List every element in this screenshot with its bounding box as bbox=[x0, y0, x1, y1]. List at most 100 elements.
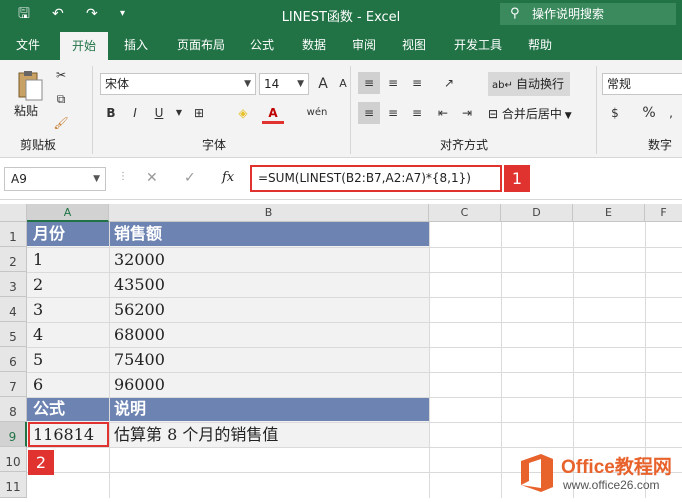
borders-icon[interactable]: ⊞ bbox=[188, 102, 210, 124]
align-middle-icon[interactable]: ≡ bbox=[382, 72, 404, 94]
underline-button[interactable]: U bbox=[148, 102, 170, 124]
row-header-1[interactable]: 1 bbox=[0, 222, 27, 247]
font-size-select[interactable]: 14 ▼ bbox=[259, 73, 309, 95]
alignment-group-label: 对齐方式 bbox=[440, 138, 489, 152]
cell-b2[interactable]: 32000 bbox=[114, 248, 165, 272]
cell-b3[interactable]: 43500 bbox=[114, 273, 165, 297]
row-header-7[interactable]: 7 bbox=[0, 372, 27, 397]
wrap-text-button[interactable]: ab↵ 自动换行 bbox=[488, 72, 571, 96]
cell-b8[interactable]: 说明 bbox=[114, 397, 146, 421]
clipboard-group-label: 剪贴板 bbox=[20, 138, 57, 152]
row-header-3[interactable]: 3 bbox=[0, 272, 27, 297]
increase-indent-icon[interactable]: ⇥ bbox=[456, 102, 478, 124]
formula-header-band bbox=[27, 397, 429, 421]
format-painter-icon[interactable]: 🖌 bbox=[50, 112, 72, 134]
watermark-logo: Office教程网 www.office26.com bbox=[513, 448, 682, 498]
gridline bbox=[501, 222, 502, 498]
row-header-6[interactable]: 6 bbox=[0, 347, 27, 372]
formula-input[interactable]: =SUM(LINEST(B2:B7,A2:A7)*{8,1}) bbox=[250, 165, 502, 192]
cell-b5[interactable]: 68000 bbox=[114, 323, 165, 347]
row-header-9[interactable]: 9 bbox=[0, 422, 27, 447]
align-right-icon[interactable]: ≡ bbox=[406, 102, 428, 124]
chevron-down-icon: ▼ bbox=[297, 79, 304, 89]
insert-function-icon[interactable]: fx bbox=[222, 170, 234, 185]
grow-font-icon[interactable]: A bbox=[312, 73, 334, 95]
tab-data[interactable]: 数据 bbox=[292, 30, 336, 60]
tell-me-search[interactable]: ⚲ 操作说明搜索 bbox=[500, 3, 676, 25]
column-header-a[interactable]: A bbox=[27, 204, 109, 222]
cell-a1[interactable]: 月份 bbox=[33, 222, 65, 246]
align-center-icon[interactable]: ≡ bbox=[382, 102, 404, 124]
tab-file[interactable]: 文件 bbox=[6, 30, 50, 60]
cell-a3[interactable]: 2 bbox=[33, 273, 43, 297]
tab-insert[interactable]: 插入 bbox=[114, 30, 158, 60]
cell-b9[interactable]: 估算第 8 个月的销售值 bbox=[114, 423, 278, 447]
paste-icon[interactable] bbox=[14, 70, 44, 102]
number-format-select[interactable]: 常规 bbox=[602, 73, 682, 95]
ribbon: 粘贴 ✂ ⧉ 🖌 剪贴板 宋体 ▼ 14 ▼ A A B I U ▼ ⊞ ◈ A w… bbox=[0, 60, 682, 158]
cancel-icon[interactable]: ✕ bbox=[146, 170, 158, 186]
align-bottom-icon[interactable]: ≡ bbox=[406, 72, 428, 94]
active-cell-highlight bbox=[28, 422, 109, 447]
merge-center-button[interactable]: ⊟ 合并后居中 ▼ bbox=[488, 102, 572, 126]
cell-a2[interactable]: 1 bbox=[33, 248, 43, 272]
row-header-5[interactable]: 5 bbox=[0, 322, 27, 347]
cell-a5[interactable]: 4 bbox=[33, 323, 43, 347]
cell-a8[interactable]: 公式 bbox=[33, 397, 65, 421]
number-group-label: 数字 bbox=[648, 138, 673, 152]
fill-color-icon[interactable]: ◈ bbox=[232, 102, 254, 124]
row-header-11[interactable]: 11 bbox=[0, 472, 27, 498]
paste-button[interactable]: 粘贴 bbox=[14, 102, 38, 119]
column-header-b[interactable]: B bbox=[109, 204, 429, 222]
callout-badge-2: 2 bbox=[28, 450, 54, 475]
cell-b6[interactable]: 75400 bbox=[114, 348, 165, 372]
ribbon-divider bbox=[92, 66, 93, 154]
cell-b7[interactable]: 96000 bbox=[114, 373, 165, 397]
merge-icon: ⊟ bbox=[488, 107, 502, 121]
underline-dropdown-icon[interactable]: ▼ bbox=[168, 102, 190, 124]
row-header-2[interactable]: 2 bbox=[0, 247, 27, 272]
row-header-4[interactable]: 4 bbox=[0, 297, 27, 322]
tab-review[interactable]: 审阅 bbox=[342, 30, 386, 60]
align-top-icon[interactable]: ≡ bbox=[358, 72, 380, 94]
drag-handle-icon[interactable]: ⋮ bbox=[118, 171, 128, 182]
name-box-value: A9 bbox=[11, 172, 27, 186]
currency-icon[interactable]: $ bbox=[604, 102, 626, 124]
tab-view[interactable]: 视图 bbox=[392, 30, 436, 60]
name-box[interactable]: A9 ▼ bbox=[4, 167, 106, 191]
cut-icon[interactable]: ✂ bbox=[50, 64, 72, 86]
comma-style-icon[interactable]: , bbox=[660, 102, 682, 124]
cell-b4[interactable]: 56200 bbox=[114, 298, 165, 322]
copy-icon[interactable]: ⧉ bbox=[50, 88, 72, 110]
tab-developer[interactable]: 开发工具 bbox=[446, 30, 510, 60]
column-header-d[interactable]: D bbox=[501, 204, 573, 222]
font-name-select[interactable]: 宋体 ▼ bbox=[100, 73, 256, 95]
column-header-e[interactable]: E bbox=[573, 204, 645, 222]
row-header-8[interactable]: 8 bbox=[0, 397, 27, 422]
orientation-icon[interactable]: ↗ bbox=[438, 72, 460, 94]
cell-a4[interactable]: 3 bbox=[33, 298, 43, 322]
enter-icon[interactable]: ✓ bbox=[184, 170, 196, 186]
gridline bbox=[109, 222, 110, 498]
font-color-button[interactable]: A bbox=[262, 102, 284, 124]
tab-page-layout[interactable]: 页面布局 bbox=[166, 30, 236, 60]
select-all-button[interactable] bbox=[0, 204, 27, 222]
cell-b1[interactable]: 销售额 bbox=[114, 222, 162, 246]
merge-center-label: 合并后居中 bbox=[501, 107, 562, 121]
bold-button[interactable]: B bbox=[100, 102, 122, 124]
decrease-indent-icon[interactable]: ⇤ bbox=[432, 102, 454, 124]
tab-formulas[interactable]: 公式 bbox=[240, 30, 284, 60]
tab-home[interactable]: 开始 bbox=[60, 32, 108, 60]
tab-help[interactable]: 帮助 bbox=[518, 30, 562, 60]
font-size-value: 14 bbox=[264, 77, 280, 91]
column-header-f[interactable]: F bbox=[645, 204, 682, 222]
row-header-10[interactable]: 10 bbox=[0, 447, 27, 472]
italic-button[interactable]: I bbox=[124, 102, 146, 124]
percent-button[interactable]: % bbox=[638, 102, 660, 124]
column-header-c[interactable]: C bbox=[429, 204, 501, 222]
align-left-icon[interactable]: ≡ bbox=[358, 102, 380, 124]
cell-a7[interactable]: 6 bbox=[33, 373, 43, 397]
gridline bbox=[429, 222, 430, 498]
phonetic-guide-icon[interactable]: wén bbox=[306, 102, 328, 124]
cell-a6[interactable]: 5 bbox=[33, 348, 43, 372]
